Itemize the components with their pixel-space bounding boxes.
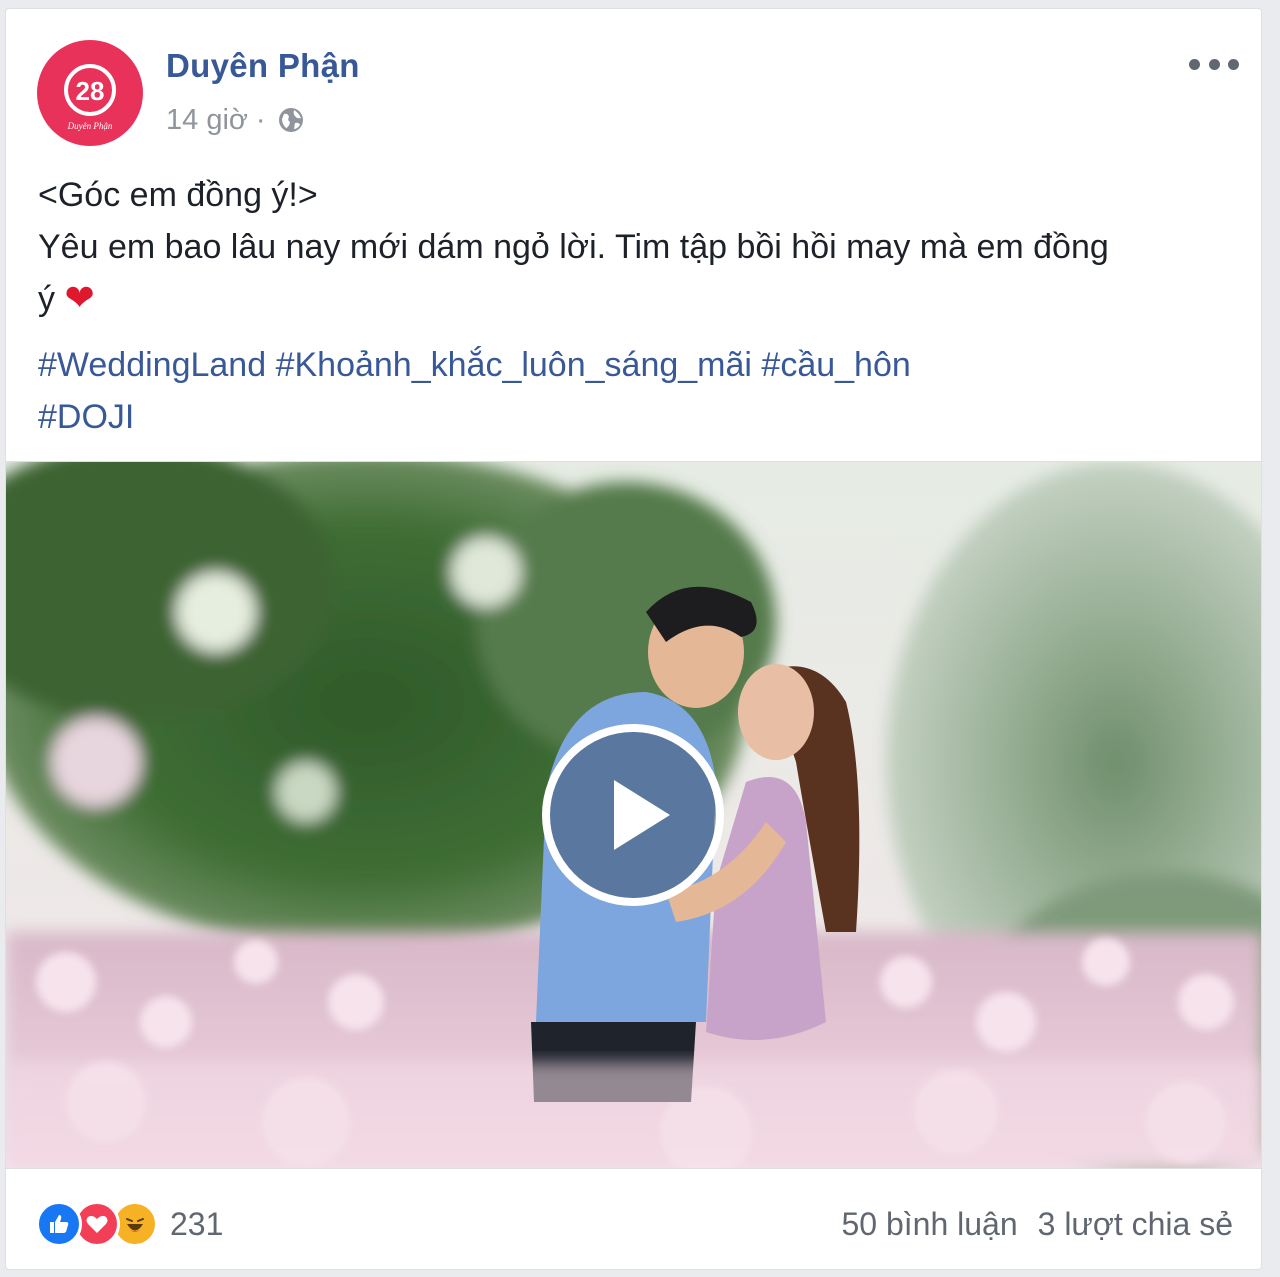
shares-count[interactable]: 3 lượt chia sẻ xyxy=(1038,1206,1233,1243)
play-icon xyxy=(614,780,670,850)
comments-count[interactable]: 50 bình luận xyxy=(841,1206,1017,1243)
post-footer: 231 50 bình luận 3 lượt chia sẻ xyxy=(6,1169,1261,1269)
meta-separator: · xyxy=(255,103,266,136)
play-button[interactable] xyxy=(542,724,724,906)
like-icon xyxy=(36,1201,82,1247)
globe-icon[interactable] xyxy=(276,105,306,135)
svg-text:Duyên Phận: Duyên Phận xyxy=(67,121,113,131)
hashtag-khoanh-khac[interactable]: #Khoảnh_khắc_luôn_sáng_mãi xyxy=(276,346,752,384)
reaction-count[interactable]: 231 xyxy=(170,1206,223,1243)
post-text-line-3: ý ❤ xyxy=(38,278,95,319)
avatar-logo: 28 Duyên Phận xyxy=(64,64,116,131)
page-name[interactable]: Duyên Phận xyxy=(166,47,360,85)
hashtags: #WeddingLand #Khoảnh_khắc_luôn_sáng_mãi … xyxy=(38,339,1238,443)
hashtag-cau-hon[interactable]: #cầu_hôn xyxy=(761,346,910,384)
post-card: 28 Duyên Phận Duyên Phận 14 giờ · <Góc e… xyxy=(5,8,1262,1270)
video-player[interactable] xyxy=(6,461,1261,1169)
post-time[interactable]: 14 giờ xyxy=(166,104,248,137)
svg-text:28: 28 xyxy=(76,76,105,106)
reactions-summary[interactable]: 231 xyxy=(36,1199,223,1249)
post-text-line-1: <Góc em đồng ý!> xyxy=(38,176,318,214)
hashtag-doji[interactable]: #DOJI xyxy=(38,398,134,436)
post-meta: 14 giờ · xyxy=(166,102,306,138)
page-avatar[interactable]: 28 Duyên Phận xyxy=(37,40,143,146)
hashtag-weddingland[interactable]: #WeddingLand xyxy=(38,346,266,384)
engagement-stats: 50 bình luận 3 lượt chia sẻ xyxy=(841,1199,1233,1249)
post-text: <Góc em đồng ý!> Yêu em bao lâu nay mới … xyxy=(38,169,1238,325)
post-text-line-2: Yêu em bao lâu nay mới dám ngỏ lời. Tim … xyxy=(38,228,1109,266)
more-options-button[interactable] xyxy=(1189,49,1239,79)
heart-emoji-icon: ❤ xyxy=(64,278,95,319)
more-dots-icon xyxy=(1189,58,1200,70)
